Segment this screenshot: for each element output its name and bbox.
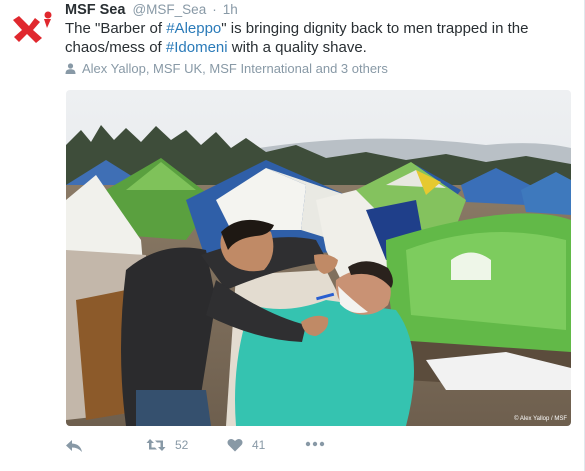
reply-button[interactable]	[65, 439, 83, 453]
tagged-users[interactable]: Alex Yallop, MSF UK, MSF International a…	[65, 61, 388, 76]
tweet-text: The "Barber of #Aleppo" is bringing dign…	[65, 19, 570, 57]
author-handle[interactable]: @MSF_Sea	[132, 2, 206, 17]
tweet-text-suffix: with a quality shave.	[227, 39, 367, 56]
like-button[interactable]: 41	[227, 438, 265, 452]
hashtag-idomeni[interactable]: #Idomeni	[166, 39, 228, 56]
more-button[interactable]	[305, 441, 325, 447]
person-icon	[65, 63, 76, 74]
msf-logo-icon[interactable]	[9, 10, 55, 46]
more-icon	[305, 441, 325, 447]
hashtag-aleppo[interactable]: #Aleppo	[166, 20, 221, 37]
tweet-header: MSF Sea @MSF_Sea · 1h	[65, 2, 238, 18]
tweet-actions: 52 41	[65, 438, 365, 458]
tweet-photo[interactable]: © Alex Yallop / MSF	[66, 90, 571, 426]
tweet-timestamp[interactable]: 1h	[223, 2, 238, 17]
retweet-count: 52	[175, 438, 189, 452]
photo-credit: © Alex Yallop / MSF	[514, 416, 567, 422]
like-count: 41	[252, 438, 266, 452]
tweet-card: MSF Sea @MSF_Sea · 1h The "Barber of #Al…	[0, 0, 585, 471]
retweet-button[interactable]: 52	[146, 438, 188, 452]
header-separator: ·	[212, 2, 217, 17]
tweet-text-prefix: The "Barber of	[65, 20, 167, 37]
retweet-icon	[146, 439, 166, 451]
tagged-users-text: Alex Yallop, MSF UK, MSF International a…	[82, 61, 388, 76]
heart-icon	[227, 438, 243, 452]
author-name[interactable]: MSF Sea	[65, 2, 125, 18]
reply-icon	[66, 440, 82, 452]
